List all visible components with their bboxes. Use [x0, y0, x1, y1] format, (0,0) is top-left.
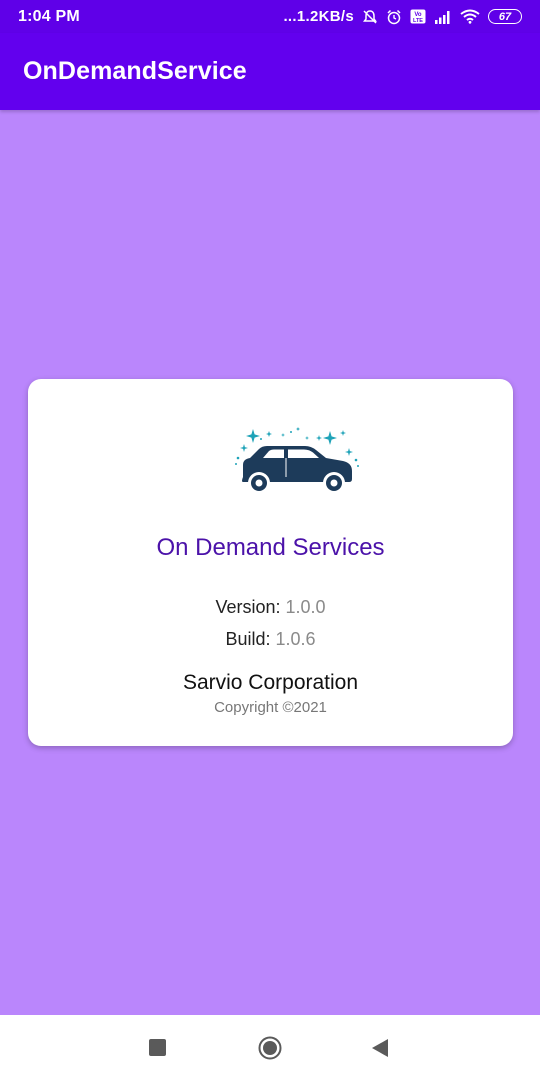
back-button[interactable] — [371, 1038, 389, 1058]
network-speed: ...1.2KB/s — [283, 8, 354, 25]
alarm-icon — [387, 9, 401, 24]
volte-icon: Vo LTE — [410, 9, 426, 24]
version-label: Version: — [215, 597, 281, 617]
battery-level: 67 — [498, 10, 512, 23]
app-bar: OnDemandService — [0, 33, 540, 110]
company-name: Sarvio Corporation — [182, 671, 359, 694]
build-line: Build: 1.0.6 — [28, 629, 513, 650]
copyright-text: Copyright ©2021 — [214, 699, 327, 716]
status-bar: 1:04 PM ...1.2KB/s Vo LTE 67 — [0, 0, 540, 33]
app-title: OnDemandService — [23, 57, 247, 85]
about-card: On Demand Services Version: 1.0.0 Build:… — [28, 379, 513, 746]
version-line: Version: 1.0.0 — [28, 597, 513, 618]
service-title: On Demand Services — [156, 534, 385, 561]
version-value: 1.0.0 — [285, 597, 326, 617]
wifi-icon — [460, 9, 480, 24]
status-time: 1:04 PM — [18, 7, 80, 25]
battery-icon: 67 — [488, 9, 522, 24]
home-button[interactable] — [258, 1036, 282, 1060]
car-wash-icon — [235, 427, 359, 494]
status-icons: ...1.2KB/s Vo LTE 67 — [283, 8, 522, 25]
svg-text:LTE: LTE — [413, 18, 423, 24]
build-label: Build: — [225, 629, 271, 649]
mute-alarm-icon — [363, 9, 377, 24]
build-value: 1.0.6 — [275, 629, 316, 649]
signal-icon — [435, 10, 450, 24]
navigation-bar — [0, 1015, 540, 1080]
recents-button[interactable] — [149, 1039, 166, 1056]
